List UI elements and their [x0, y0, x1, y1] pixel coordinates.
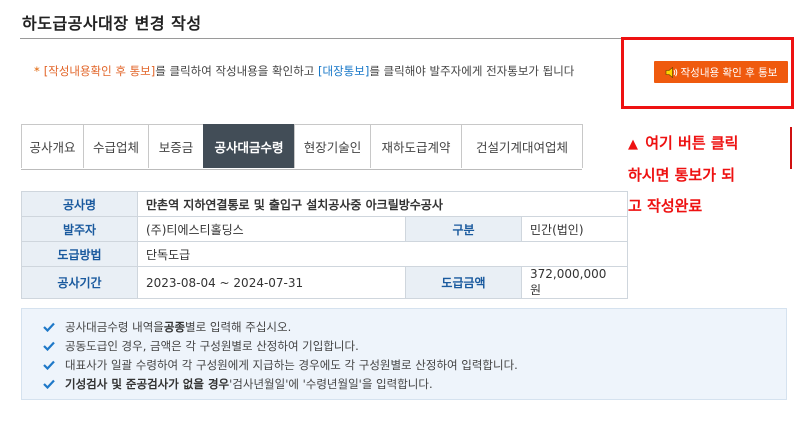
client-label: 발주자 [21, 216, 138, 242]
check-icon [43, 360, 55, 370]
guidance-item: 대표사가 일괄 수령하여 각 구성원에게 지급하는 경우에도 각 구성원별로 산… [43, 355, 786, 374]
contract-method-label: 도급방법 [21, 241, 138, 267]
guidance-item: 기성검사 및 준공검사가 없을 경우 '검사년월일'에 '수령년월일'을 입력합… [43, 374, 786, 393]
guidance-item: 공동도급인 경우, 금액은 각 구성원별로 산정하여 기입합니다. [43, 336, 786, 355]
tab-contractor[interactable]: 수급업체 [83, 124, 149, 168]
table-row: 공사기간 2023-08-04 ~ 2024-07-31 도급금액 372,00… [21, 266, 628, 299]
tab-equipment-rental[interactable]: 건설기계대여업체 [461, 124, 583, 168]
tab-deposit[interactable]: 보증금 [148, 124, 204, 168]
project-name-label: 공사명 [21, 191, 138, 217]
client-value: (주)티에스티홀딩스 [137, 216, 406, 242]
tab-payment-receipt[interactable]: 공사대금수령 [203, 124, 295, 168]
tab-project-overview[interactable]: 공사개요 [21, 124, 84, 168]
contract-amount-label: 도급금액 [405, 266, 522, 299]
notice-ledger-ref: [대장통보] [318, 64, 370, 78]
notice-confirm-ref: [작성내용확인 후 통보] [43, 64, 156, 78]
annotation-line-1: ▲ 여기 버튼 클릭 [628, 134, 739, 152]
tab-bar: 공사개요 수급업체 보증금 공사대금수령 현장기술인 재하도급계약 건설기계대여… [21, 124, 583, 170]
type-value: 민간(법인) [521, 216, 628, 242]
annotation-line-3: 고 작성완료 [628, 197, 703, 215]
project-name-value: 만촌역 지하연결통로 및 출입구 설치공사중 아크릴방수공사 [137, 191, 628, 217]
table-row: 발주자 (주)티에스티홀딩스 구분 민간(법인) [21, 216, 628, 242]
period-label: 공사기간 [21, 266, 138, 299]
check-icon [43, 322, 55, 332]
notice-text: * [작성내용확인 후 통보]를 클릭하여 작성내용을 확인하고 [대장통보]를 … [34, 63, 574, 79]
page-title: 하도급공사대장 변경 작성 [22, 14, 202, 33]
instruction-annotation: ▲ 여기 버튼 클릭 하시면 통보가 되 고 작성완료 [628, 128, 793, 222]
check-icon [43, 341, 55, 351]
notice-text-2: 를 클릭해야 발주자에게 전자통보가 됩니다 [369, 64, 575, 78]
tab-resubcontract[interactable]: 재하도급계약 [370, 124, 462, 168]
highlight-frame [621, 37, 794, 109]
contract-method-value: 단독도급 [137, 241, 628, 267]
up-arrow-icon: ▲ [628, 137, 638, 152]
notice-text-1: 를 클릭하여 작성내용을 확인하고 [155, 64, 319, 78]
project-info-table: 공사명 만촌역 지하연결통로 및 출입구 설치공사중 아크릴방수공사 발주자 (… [21, 191, 628, 299]
table-row: 공사명 만촌역 지하연결통로 및 출입구 설치공사중 아크릴방수공사 [21, 191, 628, 217]
type-label: 구분 [405, 216, 522, 242]
notice-star: * [34, 64, 40, 78]
contract-amount-value: 372,000,000 원 [521, 266, 628, 299]
guidance-emphasis: 기성검사 및 준공검사가 없을 경우 [65, 376, 230, 391]
guidance-box: 공사대금수령 내역을 공종 별로 입력해 주십시오. 공동도급인 경우, 금액은 … [21, 308, 787, 400]
tab-site-engineer[interactable]: 현장기술인 [294, 124, 371, 168]
guidance-emphasis: 공종 [163, 319, 186, 334]
annotation-line-2: 하시면 통보가 되 [628, 166, 736, 184]
period-value: 2023-08-04 ~ 2024-07-31 [137, 266, 406, 299]
check-icon [43, 379, 55, 389]
guidance-item: 공사대금수령 내역을 공종 별로 입력해 주십시오. [43, 317, 786, 336]
table-row: 도급방법 단독도급 [21, 241, 628, 267]
